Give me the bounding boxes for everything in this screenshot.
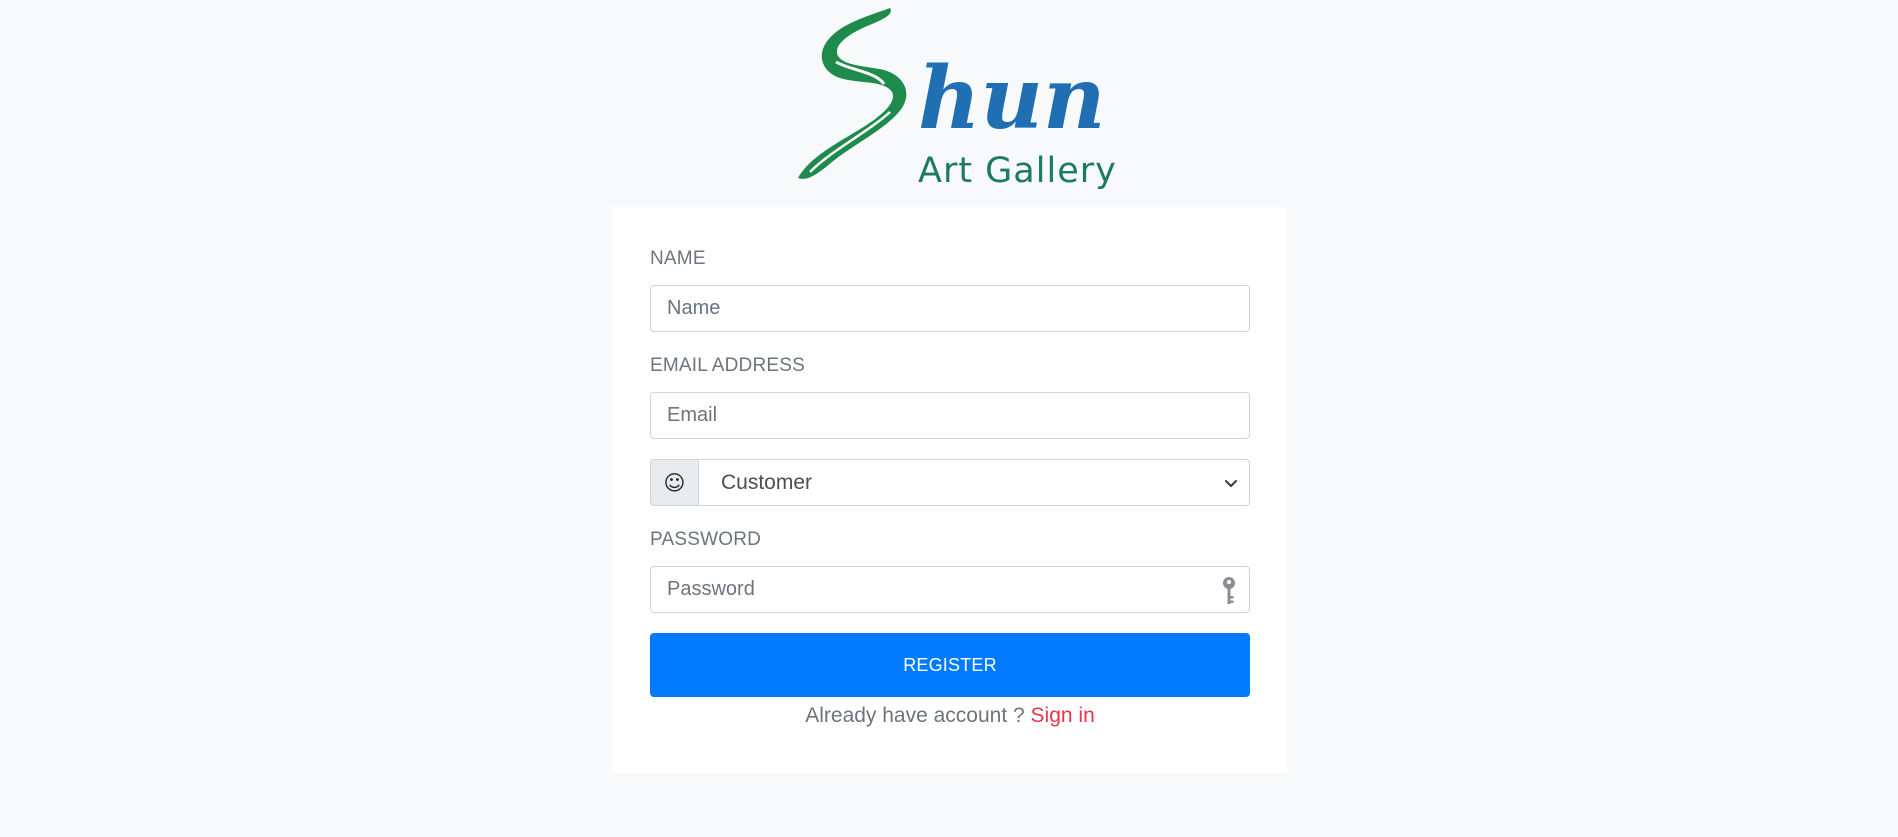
signin-prompt: Already have account ? Sign in [650,701,1250,731]
password-label: PASSWORD [650,529,762,550]
name-input-wrapper [650,285,1250,332]
role-select-group: ☺ Customer [650,459,1250,506]
email-input[interactable] [651,393,1249,438]
key-icon[interactable] [1221,576,1237,606]
shun-art-gallery-logo: hun Art Gallery [798,8,1117,191]
smiley-icon: ☺ [650,459,699,506]
email-group: EMAIL ADDRESS [650,354,1250,439]
chevron-down-icon [1225,479,1237,487]
account-prompt-text: Already have account ? [805,704,1025,727]
register-button[interactable]: REGISTER [650,633,1250,697]
register-card: NAME EMAIL ADDRESS ☺ Customer PASSWORD [612,207,1287,773]
logo-s-stroke [798,8,907,179]
email-label: EMAIL ADDRESS [650,355,805,376]
password-group: PASSWORD [650,528,1250,613]
logo-wordmark-hun: hun [918,48,1106,149]
name-input[interactable] [651,286,1249,331]
role-select[interactable]: Customer [700,459,1250,506]
password-input[interactable] [651,567,1249,612]
password-input-wrapper [650,566,1250,613]
brand-logo: hun Art Gallery [780,0,1120,195]
email-input-wrapper [650,392,1250,439]
role-select-value: Customer [721,470,813,494]
signin-link[interactable]: Sign in [1031,704,1095,727]
name-group: NAME [650,247,1250,332]
logo-subtitle: Art Gallery [918,151,1117,191]
name-label: NAME [650,248,706,269]
